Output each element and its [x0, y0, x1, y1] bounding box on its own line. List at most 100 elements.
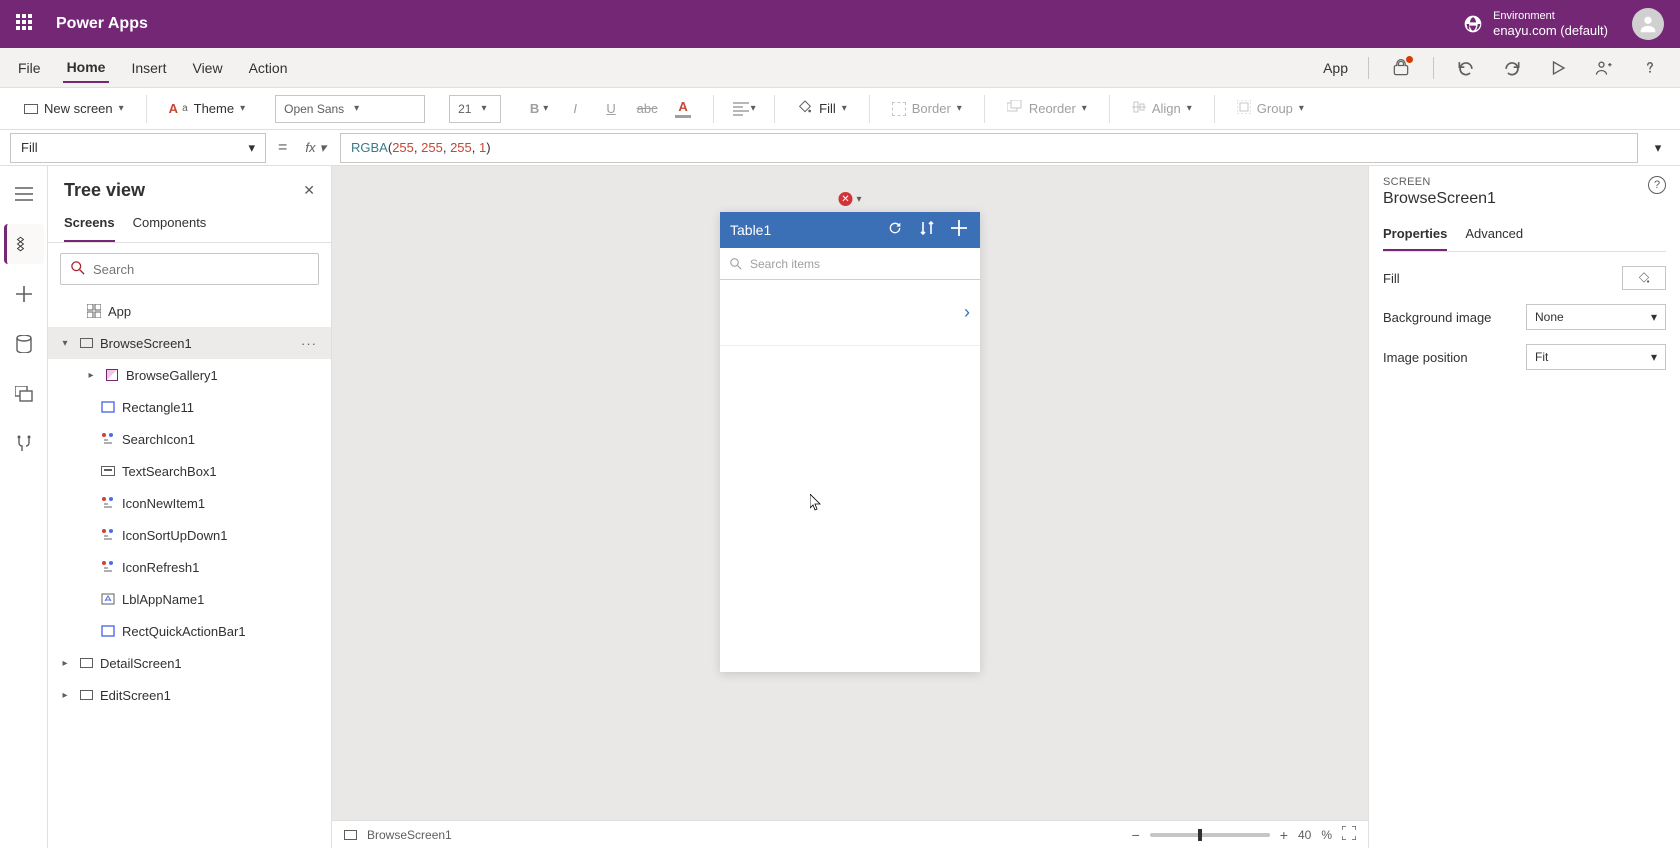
fit-to-window-icon[interactable]	[1342, 826, 1356, 843]
tree-node-gallery[interactable]: ▸ BrowseGallery1	[48, 359, 331, 391]
tree-search-input[interactable]	[93, 262, 308, 277]
help-icon[interactable]: ?	[1648, 176, 1666, 194]
tab-components[interactable]: Components	[133, 209, 207, 242]
app-launcher-icon[interactable]	[16, 14, 36, 34]
zoom-out-button[interactable]: −	[1132, 827, 1140, 843]
align-objects-button[interactable]: Align ▾	[1126, 96, 1198, 121]
chevron-down-icon: ▾	[119, 103, 124, 114]
prop-fill-swatch[interactable]	[1622, 266, 1666, 290]
status-screen-name: BrowseScreen1	[367, 828, 452, 842]
rail-media-icon[interactable]	[4, 374, 44, 414]
tree-node-rectquickactionbar[interactable]: RectQuickActionBar1	[48, 615, 331, 647]
app-icon	[86, 303, 102, 319]
tree-node-browsescreen[interactable]: ▾ BrowseScreen1 ···	[48, 327, 331, 359]
formula-input[interactable]: RGBA(255, 255, 255, 1)	[340, 133, 1638, 163]
menu-insert[interactable]: Insert	[127, 54, 170, 82]
caret-down-icon[interactable]: ▾	[58, 338, 72, 349]
tree-node-iconrefresh[interactable]: IconRefresh1	[48, 551, 331, 583]
rail-tree-view-icon[interactable]	[4, 224, 44, 264]
tree-node-textsearchbox[interactable]: TextSearchBox1	[48, 455, 331, 487]
menu-home[interactable]: Home	[63, 53, 110, 83]
zoom-in-button[interactable]: +	[1280, 827, 1288, 843]
tree-node-iconsortupdown[interactable]: IconSortUpDown1	[48, 519, 331, 551]
font-size-select[interactable]: 21▾	[449, 95, 501, 123]
tree-node-rectangle[interactable]: Rectangle11	[48, 391, 331, 423]
sort-icon[interactable]	[916, 220, 938, 241]
property-selector[interactable]: Fill ▾	[10, 133, 266, 163]
close-panel-icon[interactable]: ✕	[303, 182, 315, 199]
prop-bg-image-select[interactable]: None▾	[1526, 304, 1666, 330]
prop-image-position-select[interactable]: Fit▾	[1526, 344, 1666, 370]
caret-right-icon[interactable]: ▸	[58, 690, 72, 701]
design-canvas[interactable]: ✕ ▾ Table1 Sear	[332, 166, 1368, 820]
share-icon[interactable]	[1588, 52, 1620, 84]
environment-value: enayu.com (default)	[1493, 23, 1608, 39]
menu-app[interactable]: App	[1319, 54, 1352, 82]
menu-file[interactable]: File	[14, 54, 45, 82]
font-family-select[interactable]: Open Sans▾	[275, 95, 425, 123]
screen-icon	[80, 690, 93, 700]
rail-data-icon[interactable]	[4, 324, 44, 364]
user-avatar[interactable]	[1632, 8, 1664, 40]
tab-screens[interactable]: Screens	[64, 209, 115, 242]
tree-node-detailscreen[interactable]: ▸ DetailScreen1	[48, 647, 331, 679]
menu-action[interactable]: Action	[245, 54, 292, 82]
tree-node-app[interactable]: App	[48, 295, 331, 327]
bold-icon[interactable]: B▾	[525, 95, 553, 123]
zoom-slider[interactable]	[1150, 833, 1270, 837]
group-button[interactable]: Group ▾	[1231, 96, 1310, 121]
strikethrough-icon[interactable]: abc	[633, 95, 661, 123]
ribbon: New screen ▾ Aa Theme ▾ Open Sans▾ 21▾ B…	[0, 88, 1680, 130]
new-screen-button[interactable]: New screen ▾	[18, 97, 130, 120]
rail-insert-icon[interactable]	[4, 274, 44, 314]
shape-icon	[100, 399, 116, 415]
undo-icon[interactable]	[1450, 52, 1482, 84]
chevron-down-icon: ▾	[248, 140, 255, 156]
preview-list-item[interactable]: ›	[720, 280, 980, 346]
caret-right-icon[interactable]: ▸	[84, 370, 98, 381]
control-icon	[100, 559, 116, 575]
refresh-icon[interactable]	[884, 220, 906, 241]
screen-icon	[80, 338, 93, 348]
menu-view[interactable]: View	[188, 54, 226, 82]
app-checker-icon[interactable]	[1385, 52, 1417, 84]
screen-icon	[24, 104, 38, 114]
tree-node-searchicon[interactable]: SearchIcon1	[48, 423, 331, 455]
phone-preview[interactable]: Table1 Search items ›	[720, 212, 980, 672]
menu-bar: File Home Insert View Action App	[0, 48, 1680, 88]
tab-advanced[interactable]: Advanced	[1465, 220, 1523, 251]
caret-right-icon[interactable]: ▸	[58, 658, 72, 669]
more-icon[interactable]: ···	[295, 336, 323, 351]
preview-icon[interactable]	[1542, 52, 1574, 84]
prop-fill-label: Fill	[1383, 271, 1400, 286]
align-icon[interactable]: ▾	[730, 95, 758, 123]
tree-search[interactable]	[60, 253, 319, 285]
theme-button[interactable]: Aa Theme ▾	[163, 97, 251, 120]
preview-search[interactable]: Search items	[720, 248, 980, 280]
canvas-area: ✕ ▾ Table1 Sear	[332, 166, 1368, 848]
rail-hamburger-icon[interactable]	[4, 174, 44, 214]
border-button[interactable]: Border ▾	[886, 97, 968, 120]
help-icon[interactable]	[1634, 52, 1666, 84]
tree-node-lblappname[interactable]: LblAppName1	[48, 583, 331, 615]
font-color-icon[interactable]: A	[669, 95, 697, 123]
tab-properties[interactable]: Properties	[1383, 220, 1447, 251]
suite-header: Power Apps Environment enayu.com (defaul…	[0, 0, 1680, 48]
italic-icon[interactable]: I	[561, 95, 589, 123]
search-icon	[71, 261, 85, 278]
zoom-value: 40	[1298, 828, 1311, 842]
error-indicator[interactable]: ✕ ▾	[838, 192, 861, 206]
formula-expand-icon[interactable]: ▾	[1646, 140, 1670, 156]
redo-icon[interactable]	[1496, 52, 1528, 84]
prop-image-position-label: Image position	[1383, 350, 1468, 365]
reorder-button[interactable]: Reorder ▾	[1001, 96, 1093, 121]
fx-button[interactable]: fx ▾	[299, 140, 332, 156]
fill-button[interactable]: Fill ▾	[791, 95, 853, 122]
environment-picker[interactable]: Environment enayu.com (default)	[1463, 10, 1608, 39]
add-icon[interactable]	[948, 220, 970, 241]
tree-node-iconnewitem[interactable]: IconNewItem1	[48, 487, 331, 519]
chevron-down-icon[interactable]: ▾	[856, 194, 861, 205]
underline-icon[interactable]: U	[597, 95, 625, 123]
rail-advanced-tools-icon[interactable]	[4, 424, 44, 464]
tree-node-editscreen[interactable]: ▸ EditScreen1	[48, 679, 331, 711]
